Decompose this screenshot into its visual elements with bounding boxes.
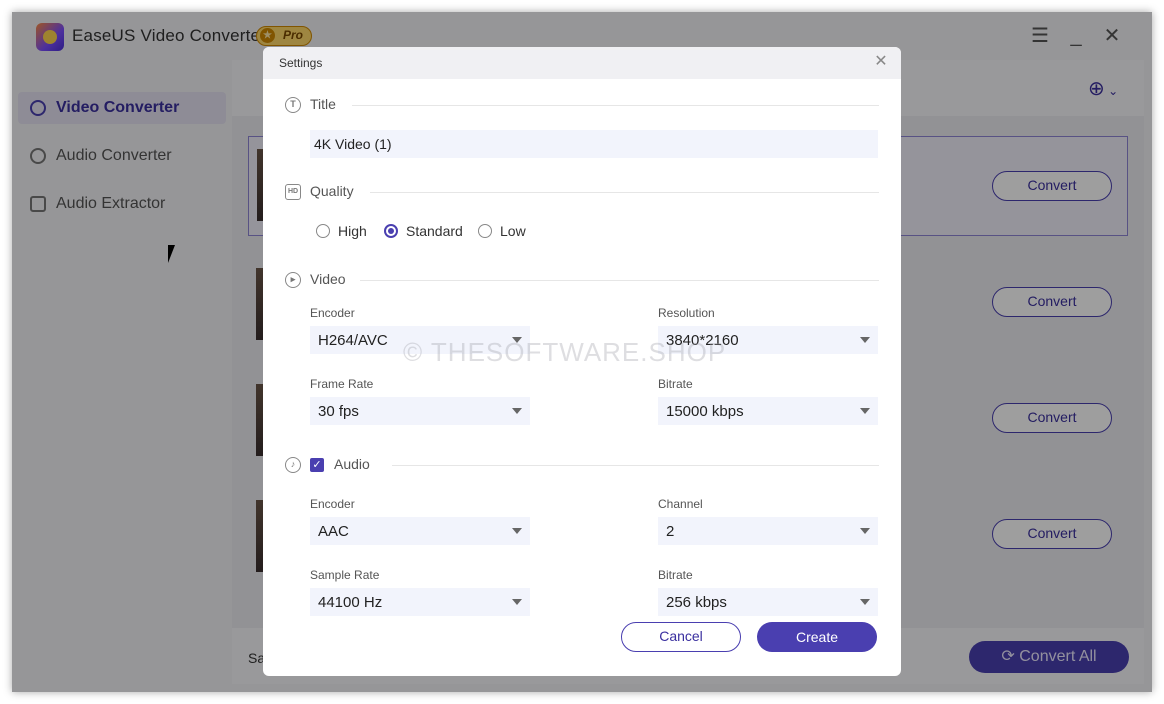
create-button[interactable]: Create [757, 622, 877, 652]
chevron-down-icon [860, 599, 870, 605]
radio-button[interactable] [316, 224, 330, 238]
framerate-label: Frame Rate [310, 377, 374, 391]
section-audio: ♪ Audio [285, 455, 879, 475]
chevron-down-icon [512, 528, 522, 534]
settings-dialog: Settings ✕ T Title HD Quality High Stand… [263, 47, 901, 676]
watermark-text: © THESOFTWARE.SHOP [403, 337, 727, 367]
divider [392, 465, 879, 466]
radio-button[interactable] [478, 224, 492, 238]
framerate-select[interactable]: 30 fps [310, 397, 530, 425]
music-note-icon: ♪ [285, 457, 301, 473]
chevron-down-icon [860, 408, 870, 414]
section-label: Video [310, 271, 346, 287]
dialog-header: Settings ✕ [263, 47, 901, 79]
close-icon[interactable]: ✕ [872, 53, 890, 71]
select-value: 30 fps [318, 403, 359, 420]
cancel-button[interactable]: Cancel [621, 622, 741, 652]
audio-encoder-select[interactable]: AAC [310, 517, 530, 545]
audio-encoder-label: Encoder [310, 497, 355, 511]
audio-bitrate-label: Bitrate [658, 568, 693, 582]
radio-button[interactable] [384, 224, 398, 238]
title-input[interactable] [310, 130, 878, 158]
dialog-title: Settings [279, 56, 323, 70]
radio-label: High [338, 223, 367, 239]
divider [360, 280, 879, 281]
chevron-down-icon [512, 408, 522, 414]
section-quality: HD Quality [285, 182, 879, 202]
select-value: 2 [666, 523, 675, 540]
hd-icon: HD [285, 184, 301, 200]
play-circle-icon: ▸ [285, 272, 301, 288]
chevron-down-icon [860, 337, 870, 343]
video-bitrate-label: Bitrate [658, 377, 693, 391]
section-label: Title [310, 96, 336, 112]
select-value: 44100 Hz [318, 594, 383, 611]
radio-label: Low [500, 223, 526, 239]
mouse-cursor [168, 245, 175, 263]
resolution-label: Resolution [658, 306, 715, 320]
select-value: H264/AVC [318, 332, 388, 349]
select-value: AAC [318, 523, 349, 540]
select-value: 256 kbps [666, 594, 727, 611]
chevron-down-icon [512, 599, 522, 605]
section-label: Audio [334, 456, 370, 472]
audio-checkbox[interactable]: ✓ [310, 458, 324, 472]
channel-label: Channel [658, 497, 703, 511]
samplerate-label: Sample Rate [310, 568, 380, 582]
divider [370, 192, 879, 193]
video-bitrate-select[interactable]: 15000 kbps [658, 397, 878, 425]
audio-bitrate-select[interactable]: 256 kbps [658, 588, 878, 616]
chevron-down-icon [860, 528, 870, 534]
divider [352, 105, 879, 106]
title-icon: T [285, 97, 301, 113]
radio-label: Standard [406, 223, 463, 239]
video-encoder-label: Encoder [310, 306, 355, 320]
section-title: T Title [285, 95, 879, 115]
select-value: 15000 kbps [666, 403, 744, 420]
section-video: ▸ Video [285, 270, 879, 290]
channel-select[interactable]: 2 [658, 517, 878, 545]
section-label: Quality [310, 183, 354, 199]
samplerate-select[interactable]: 44100 Hz [310, 588, 530, 616]
